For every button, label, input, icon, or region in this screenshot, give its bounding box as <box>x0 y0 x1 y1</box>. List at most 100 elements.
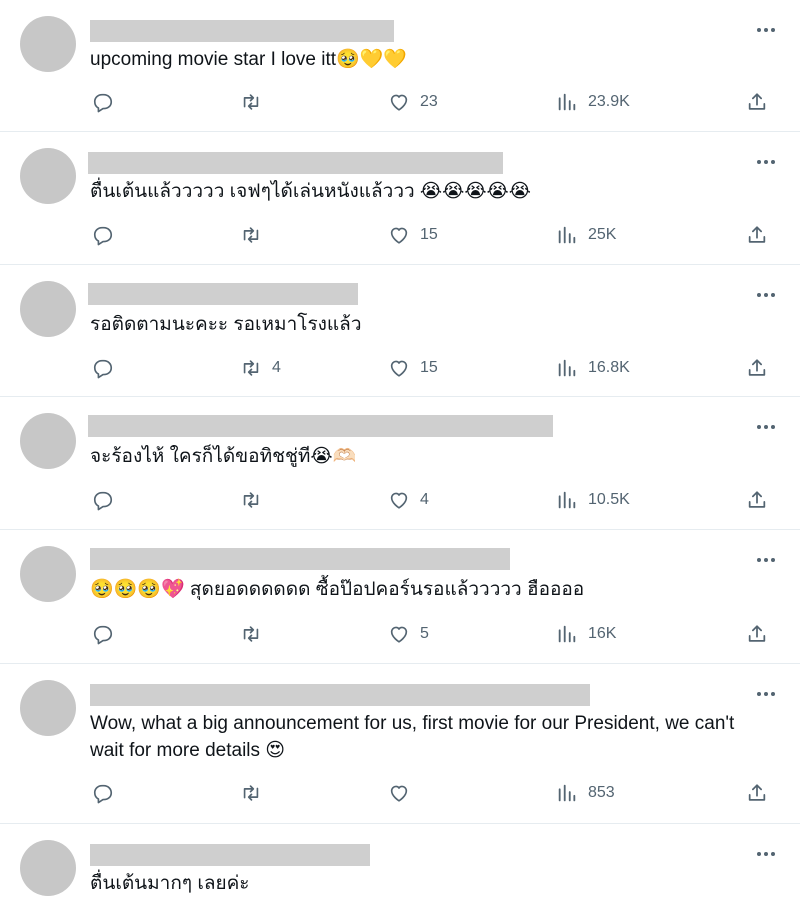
like-count: 23 <box>420 93 438 110</box>
tweet-actions: 4 10.5K <box>90 487 776 513</box>
reply-button[interactable] <box>92 89 124 115</box>
retweet-button[interactable]: 4 <box>240 355 281 381</box>
reply-button[interactable] <box>92 222 124 248</box>
views-button[interactable]: 23.9K <box>556 89 630 115</box>
heart-icon <box>390 360 408 377</box>
reply-button[interactable] <box>92 487 124 513</box>
retweet-button[interactable] <box>240 487 272 513</box>
heart-icon <box>390 227 408 244</box>
share-button[interactable] <box>746 355 768 381</box>
share-icon <box>748 625 766 642</box>
share-button[interactable] <box>746 222 768 248</box>
more-icon <box>757 692 775 696</box>
tweet[interactable]: รอติดตามนะคะะ รอเหมาโรงแล้ว 4 15 16.8K <box>0 265 800 397</box>
views-count: 16.8K <box>588 359 630 376</box>
more-icon <box>757 160 775 164</box>
retweet-button[interactable] <box>240 222 272 248</box>
more-options-button[interactable] <box>754 285 778 305</box>
views-button[interactable]: 25K <box>556 222 616 248</box>
share-icon <box>748 226 766 243</box>
tweet[interactable]: ตื่นเต้นแล้ววววว เจฟๆได้เล่นหนังแล้ววว 😭… <box>0 132 800 265</box>
avatar[interactable] <box>20 16 76 72</box>
reply-button[interactable] <box>92 621 124 647</box>
tweet-actions: 853 <box>90 780 776 806</box>
avatar[interactable] <box>20 148 76 204</box>
redacted-username <box>88 415 553 437</box>
tweet-actions: 15 25K <box>90 222 776 248</box>
tweet[interactable]: Wow, what a big announcement for us, fir… <box>0 664 800 824</box>
more-options-button[interactable] <box>754 550 778 570</box>
retweet-icon <box>243 626 259 642</box>
like-button[interactable] <box>388 780 420 806</box>
more-icon <box>757 28 775 32</box>
views-icon <box>558 93 576 111</box>
tweet-text: Wow, what a big announcement for us, fir… <box>90 713 740 761</box>
more-icon <box>757 425 775 429</box>
reply-icon <box>93 784 113 804</box>
views-button[interactable]: 853 <box>556 780 615 806</box>
reply-icon <box>93 491 113 511</box>
tweet[interactable]: 🥹🥹🥹💖 สุดยอดดดดดด ซื้อป๊อปคอร์นรอแล้ววววว… <box>0 530 800 664</box>
share-button[interactable] <box>746 621 768 647</box>
redacted-username <box>90 548 510 570</box>
like-count: 5 <box>420 625 429 642</box>
like-button[interactable]: 4 <box>388 487 429 513</box>
more-options-button[interactable] <box>754 152 778 172</box>
more-options-button[interactable] <box>754 417 778 437</box>
retweet-icon <box>243 94 259 110</box>
avatar[interactable] <box>20 840 76 896</box>
retweet-button[interactable] <box>240 89 272 115</box>
tweet-actions: 5 16K <box>90 621 776 647</box>
tweet-text: จะร้องไห้ ใครก็ได้ขอทิชชู่ที😭🫶🏻 <box>90 446 357 467</box>
avatar[interactable] <box>20 281 76 337</box>
views-icon <box>558 625 576 643</box>
reply-button[interactable] <box>92 780 124 806</box>
more-options-button[interactable] <box>754 844 778 864</box>
like-button[interactable]: 15 <box>388 222 438 248</box>
tweet-actions: 23 23.9K <box>90 89 776 115</box>
views-count: 16K <box>588 625 617 642</box>
more-options-button[interactable] <box>754 684 778 704</box>
retweet-icon <box>243 492 259 508</box>
views-button[interactable]: 16K <box>556 621 616 647</box>
more-options-button[interactable] <box>754 20 778 40</box>
reply-icon <box>93 625 113 645</box>
tweet[interactable]: จะร้องไห้ ใครก็ได้ขอทิชชู่ที😭🫶🏻 4 10.5K <box>0 397 800 530</box>
tweet[interactable]: upcoming movie star I love itt🥹💛💛 23 23.… <box>0 0 800 132</box>
share-icon <box>748 784 766 801</box>
share-button[interactable] <box>746 487 768 513</box>
avatar[interactable] <box>20 413 76 469</box>
views-button[interactable]: 10.5K <box>556 487 630 513</box>
views-icon <box>558 359 576 377</box>
tweet-actions: 4 15 16.8K <box>90 355 776 381</box>
avatar[interactable] <box>20 680 76 736</box>
like-button[interactable]: 15 <box>388 355 438 381</box>
more-icon <box>757 558 775 562</box>
redacted-username <box>90 844 370 866</box>
avatar[interactable] <box>20 546 76 602</box>
heart-icon <box>390 94 408 111</box>
views-button[interactable]: 16.8K <box>556 355 630 381</box>
views-count: 23.9K <box>588 93 630 110</box>
tweet-text: 🥹🥹🥹💖 สุดยอดดดดดด ซื้อป๊อปคอร์นรอแล้ววววว… <box>90 579 585 600</box>
share-button[interactable] <box>746 89 768 115</box>
tweet-text: รอติดตามนะคะะ รอเหมาโรงแล้ว <box>90 314 362 335</box>
redacted-username <box>88 152 503 174</box>
reply-button[interactable] <box>92 355 124 381</box>
views-count: 25K <box>588 226 617 243</box>
reply-icon <box>93 359 113 379</box>
tweet-text: upcoming movie star I love itt🥹💛💛 <box>90 49 408 70</box>
like-button[interactable]: 23 <box>388 89 438 115</box>
tweet[interactable]: ตื่นเต้นมากๆ เลยค่ะ <box>0 824 800 906</box>
tweet-text: ตื่นเต้นแล้ววววว เจฟๆได้เล่นหนังแล้ววว 😭… <box>90 181 531 202</box>
redacted-username <box>90 20 394 42</box>
heart-icon <box>390 626 408 643</box>
tweet-text: ตื่นเต้นมากๆ เลยค่ะ <box>90 873 250 894</box>
share-button[interactable] <box>746 780 768 806</box>
like-count: 4 <box>420 491 429 508</box>
retweet-button[interactable] <box>240 780 272 806</box>
like-button[interactable]: 5 <box>388 621 429 647</box>
retweet-icon <box>243 227 259 243</box>
views-icon <box>558 226 576 244</box>
retweet-button[interactable] <box>240 621 272 647</box>
